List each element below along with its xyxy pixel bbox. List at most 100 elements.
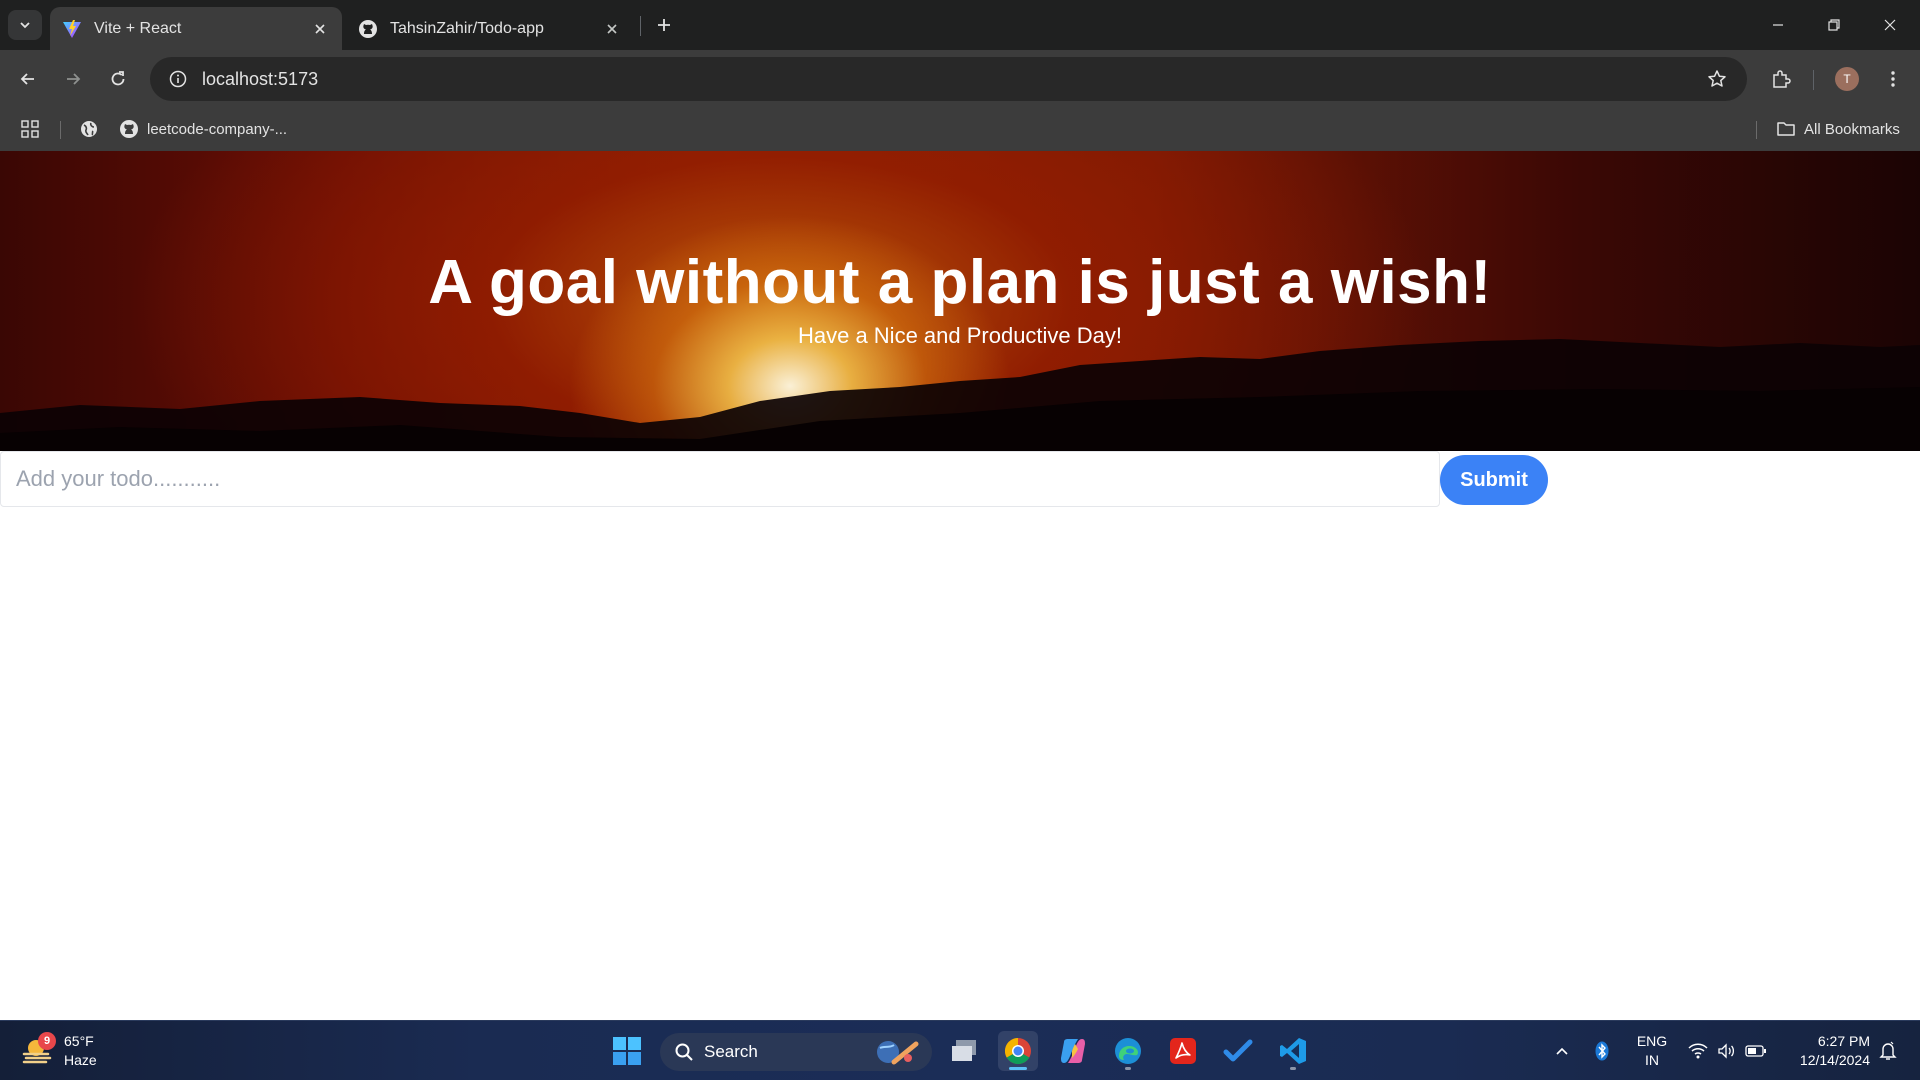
wifi-tray[interactable]: [1686, 1031, 1710, 1071]
chrome-icon: [1004, 1037, 1031, 1065]
bluetooth-tray[interactable]: [1590, 1031, 1614, 1071]
chevron-up-icon: [1556, 1047, 1568, 1055]
bookmark-label: leetcode-company-...: [147, 120, 288, 138]
restore-button[interactable]: [1806, 0, 1862, 50]
wifi-icon: [1688, 1043, 1708, 1059]
volume-icon: [1718, 1043, 1735, 1059]
minimize-icon: [1773, 24, 1783, 26]
bookmark-globe[interactable]: [79, 114, 99, 144]
close-tab-icon[interactable]: [602, 19, 622, 39]
address-bar[interactable]: localhost:5173: [150, 57, 1747, 101]
language-code: ENG: [1636, 1033, 1668, 1049]
notification-bell-icon: [1879, 1041, 1897, 1060]
toolbar-divider: [1813, 70, 1814, 90]
copilot-icon: [1061, 1039, 1085, 1063]
taskbar-todo[interactable]: [1218, 1031, 1258, 1071]
taskbar-chrome[interactable]: [998, 1031, 1038, 1071]
weather-temp: 65°F: [64, 1033, 94, 1049]
profile-button[interactable]: T: [1831, 63, 1863, 95]
acrobat-icon: [1170, 1038, 1196, 1064]
apps-button[interactable]: [20, 114, 40, 144]
running-indicator: [1290, 1067, 1296, 1070]
region-code: IN: [1645, 1052, 1659, 1068]
folder-icon: [1777, 122, 1795, 136]
task-view-icon: [952, 1040, 976, 1061]
vite-logo-icon: [62, 19, 82, 39]
browser-menu-button[interactable]: [1877, 63, 1909, 95]
windows-taskbar: 9 65°F Haze Search ENG IN 6:27 PM 12/14/…: [0, 1020, 1920, 1080]
forward-button[interactable]: [57, 63, 89, 95]
bookmarks-divider: [60, 121, 61, 139]
browser-tab-strip: Vite + React TahsinZahir/Todo-app: [0, 0, 1920, 50]
close-window-button[interactable]: [1862, 0, 1918, 50]
arrow-right-icon: [67, 73, 81, 85]
taskbar-edge[interactable]: [1108, 1031, 1148, 1071]
battery-icon: [1745, 1045, 1766, 1057]
volume-tray[interactable]: [1714, 1031, 1738, 1071]
reload-button[interactable]: [102, 63, 134, 95]
close-tab-icon[interactable]: [310, 19, 330, 39]
todo-input[interactable]: [0, 451, 1440, 507]
start-button[interactable]: [607, 1031, 647, 1071]
active-indicator: [1009, 1067, 1027, 1070]
all-bookmarks-button[interactable]: All Bookmarks: [1776, 114, 1900, 144]
restore-icon: [1828, 19, 1840, 31]
browser-toolbar: localhost:5173 T: [0, 50, 1920, 108]
search-highlight-icon: [877, 1041, 919, 1065]
tab-github-todo-app[interactable]: TahsinZahir/Todo-app: [346, 7, 634, 50]
todo-check-icon: [1223, 1039, 1253, 1062]
taskbar-search[interactable]: Search: [660, 1033, 932, 1071]
hero-banner: A goal without a plan is just a wish! Ha…: [0, 151, 1920, 451]
extensions-button[interactable]: [1765, 63, 1797, 95]
back-button[interactable]: [12, 63, 44, 95]
plus-icon: [658, 19, 670, 31]
bookmark-leetcode-company[interactable]: leetcode-company-...: [119, 114, 287, 144]
windows-logo-icon: [613, 1037, 641, 1065]
arrow-left-icon: [20, 73, 34, 85]
page-subtitle: Have a Nice and Productive Day!: [797, 323, 1123, 348]
url-text[interactable]: localhost:5173: [202, 69, 1695, 90]
tab-search-button[interactable]: [8, 10, 42, 40]
more-vertical-icon: [1891, 71, 1895, 87]
weather-badge: 9: [38, 1032, 56, 1050]
site-info-icon[interactable]: [156, 57, 200, 101]
taskbar-acrobat[interactable]: [1163, 1031, 1203, 1071]
apps-grid-icon: [21, 120, 39, 138]
running-indicator: [1125, 1067, 1131, 1070]
bluetooth-icon: [1595, 1041, 1609, 1061]
tab-divider: [640, 16, 641, 36]
chevron-down-icon: [20, 22, 30, 29]
show-hidden-icons-button[interactable]: [1550, 1031, 1574, 1071]
bookmarks-divider: [1756, 121, 1757, 139]
search-icon: [675, 1043, 693, 1061]
github-icon: [120, 120, 138, 138]
avatar: T: [1835, 67, 1859, 91]
tab-vite-react[interactable]: Vite + React: [50, 7, 342, 50]
taskbar-copilot[interactable]: [1053, 1031, 1093, 1071]
vscode-icon: [1280, 1038, 1306, 1064]
tab-title: Vite + React: [94, 19, 182, 37]
taskbar-task-view[interactable]: [944, 1031, 984, 1071]
tab-title: TahsinZahir/Todo-app: [390, 19, 544, 37]
notifications-button[interactable]: [1876, 1031, 1900, 1071]
bookmark-star-icon[interactable]: [1695, 57, 1739, 101]
bookmarks-bar: leetcode-company-... All Bookmarks: [0, 108, 1920, 151]
close-icon: [1884, 19, 1896, 31]
weather-condition: Haze: [64, 1052, 97, 1068]
new-tab-button[interactable]: [650, 11, 678, 39]
reload-icon: [111, 71, 125, 86]
minimize-button[interactable]: [1750, 0, 1806, 50]
clock-time: 6:27 PM: [1817, 1033, 1870, 1049]
edge-icon: [1115, 1038, 1141, 1064]
globe-icon: [81, 121, 97, 137]
github-icon: [358, 19, 378, 39]
clock-date: 12/14/2024: [1799, 1052, 1870, 1068]
battery-tray[interactable]: [1744, 1031, 1768, 1071]
search-label: Search: [704, 1042, 758, 1061]
clock[interactable]: 6:27 PM 12/14/2024: [1780, 1032, 1870, 1070]
submit-button[interactable]: Submit: [1440, 455, 1548, 505]
todo-form: Submit: [0, 451, 1548, 507]
language-indicator[interactable]: ENG IN: [1630, 1032, 1674, 1070]
taskbar-vscode[interactable]: [1273, 1031, 1313, 1071]
weather-widget[interactable]: 9 65°F Haze: [20, 1029, 97, 1073]
